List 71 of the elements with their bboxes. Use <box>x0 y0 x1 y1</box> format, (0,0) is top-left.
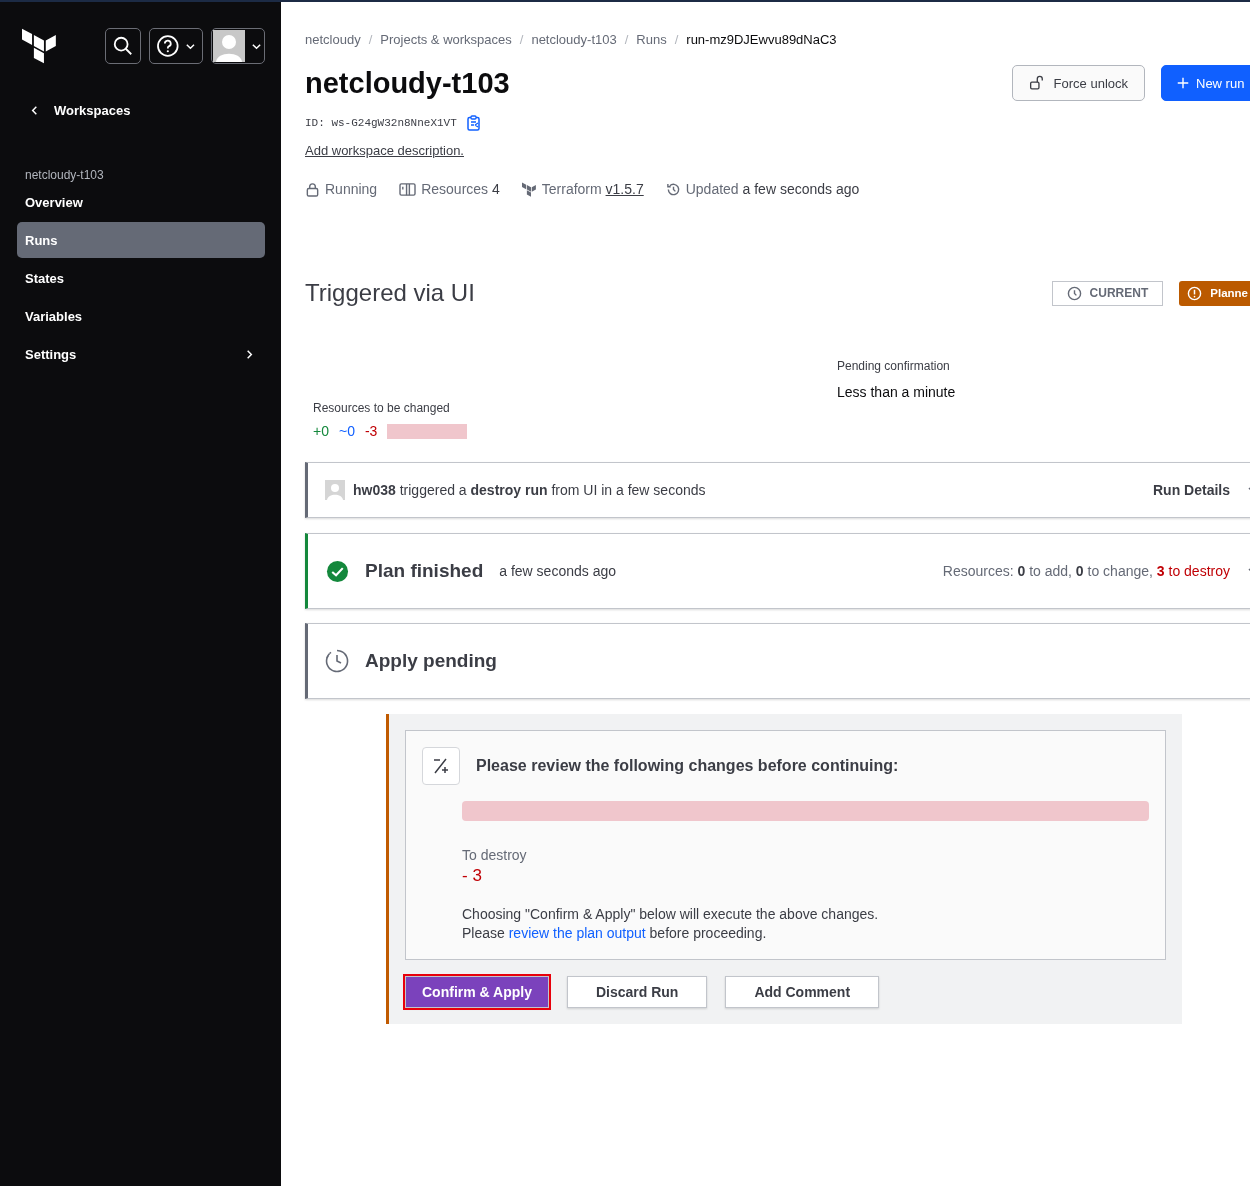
workspace-id: ID: ws-G24gW32n8NneX1VT <box>305 117 457 129</box>
diff-icon <box>422 747 460 785</box>
current-badge: CURRENT <box>1051 280 1164 306</box>
server-icon <box>399 181 417 197</box>
change-count: +0 <box>313 423 329 439</box>
clock-icon <box>325 649 349 673</box>
workspace-name: netcloudy-t103 <box>25 168 105 182</box>
trigger-message: hw038 triggered a destroy run from UI in a few seconds <box>353 482 707 498</box>
avatar-icon <box>213 30 245 62</box>
apply-title: Apply pending <box>365 650 497 672</box>
history-icon <box>665 181 681 197</box>
help-icon <box>155 34 180 58</box>
breadcrumb-link[interactable]: netcloudy <box>305 32 361 47</box>
breadcrumb-separator: / <box>674 32 679 47</box>
copy-icon[interactable] <box>465 115 482 131</box>
breadcrumb-link[interactable]: netcloudy-t103 <box>531 32 617 47</box>
confirm-note: Choosing "Confirm & Apply" below will execute the above changes. <box>462 906 880 922</box>
breadcrumb-separator: / <box>624 32 629 47</box>
alert-icon <box>1187 285 1203 301</box>
clock-icon <box>1066 285 1082 301</box>
logo-icon[interactable] <box>22 27 59 65</box>
add-comment-button[interactable]: Add Comment <box>725 976 880 1008</box>
resource-count: Resources 4 <box>421 181 500 197</box>
status-badge: Planne <box>1179 280 1250 306</box>
sidebar-item[interactable]: Variables <box>17 298 265 334</box>
plan-time: a few seconds ago <box>499 563 617 579</box>
change-count: -3 <box>364 423 378 439</box>
avatar-icon <box>325 480 345 500</box>
pending-duration: Less than a minute <box>837 384 956 400</box>
breadcrumb-link[interactable]: run-mz9DJEwvu89dNaC3 <box>686 32 837 47</box>
to-destroy-count: - 3 <box>462 866 483 886</box>
lock-status: Running <box>325 181 378 197</box>
chevron-left-icon <box>29 105 40 116</box>
plus-icon <box>1176 76 1190 90</box>
force-unlock-button[interactable]: Force unlock <box>1012 65 1145 101</box>
sidebar-item[interactable]: Runs <box>17 222 265 258</box>
run-title: Triggered via UI <box>305 279 475 307</box>
review-note: Please review the plan output before proceeding. <box>462 925 768 941</box>
pending-label: Pending confirmation <box>837 359 951 373</box>
sidebar-item[interactable]: States <box>17 260 265 296</box>
sidebar-item[interactable]: Settings <box>17 336 265 372</box>
plan-title: Plan finished <box>365 560 484 582</box>
updated-time: Updated a few seconds ago <box>685 181 860 197</box>
breadcrumb-separator: / <box>368 32 373 47</box>
sidebar-item[interactable]: Overview <box>17 184 265 220</box>
discard-run-button[interactable]: Discard Run <box>566 976 708 1008</box>
terraform-logo-icon <box>521 181 537 197</box>
lock-icon <box>305 181 320 197</box>
change-count: ~0 <box>338 423 355 439</box>
breadcrumb-link[interactable]: Projects & workspaces <box>380 32 512 47</box>
check-circle-icon <box>326 559 349 583</box>
unlock-icon <box>1029 74 1046 92</box>
plan-output-link[interactable]: review the plan output <box>508 925 646 941</box>
review-heading: Please review the following changes before continuing: <box>476 757 899 775</box>
chevron-right-icon <box>244 348 255 360</box>
breadcrumb-separator: / <box>519 32 524 47</box>
help-menu-button[interactable] <box>148 28 203 64</box>
workspace-title: netcloudy-t103 <box>305 66 510 100</box>
to-destroy-label: To destroy <box>462 847 528 863</box>
user-menu-button[interactable] <box>211 28 265 64</box>
new-run-button[interactable]: New run <box>1161 65 1250 101</box>
back-to-workspaces-link[interactable]: Workspaces <box>29 103 265 118</box>
resource-summary: Resources: 0 to add, 0 to change, 3 to destroy <box>942 563 1230 579</box>
search-button[interactable] <box>104 28 141 64</box>
terraform-version: Terraform v1.5.7 <box>541 181 644 197</box>
resources-changed-label: Resources to be changed <box>313 401 451 415</box>
run-details-toggle[interactable]: Run Details <box>1153 482 1230 498</box>
add-description-link[interactable]: Add workspace description. <box>305 143 464 158</box>
breadcrumb-link[interactable]: Runs <box>636 32 667 47</box>
search-icon <box>111 35 134 57</box>
confirm-apply-button[interactable]: Confirm & Apply <box>405 976 549 1008</box>
